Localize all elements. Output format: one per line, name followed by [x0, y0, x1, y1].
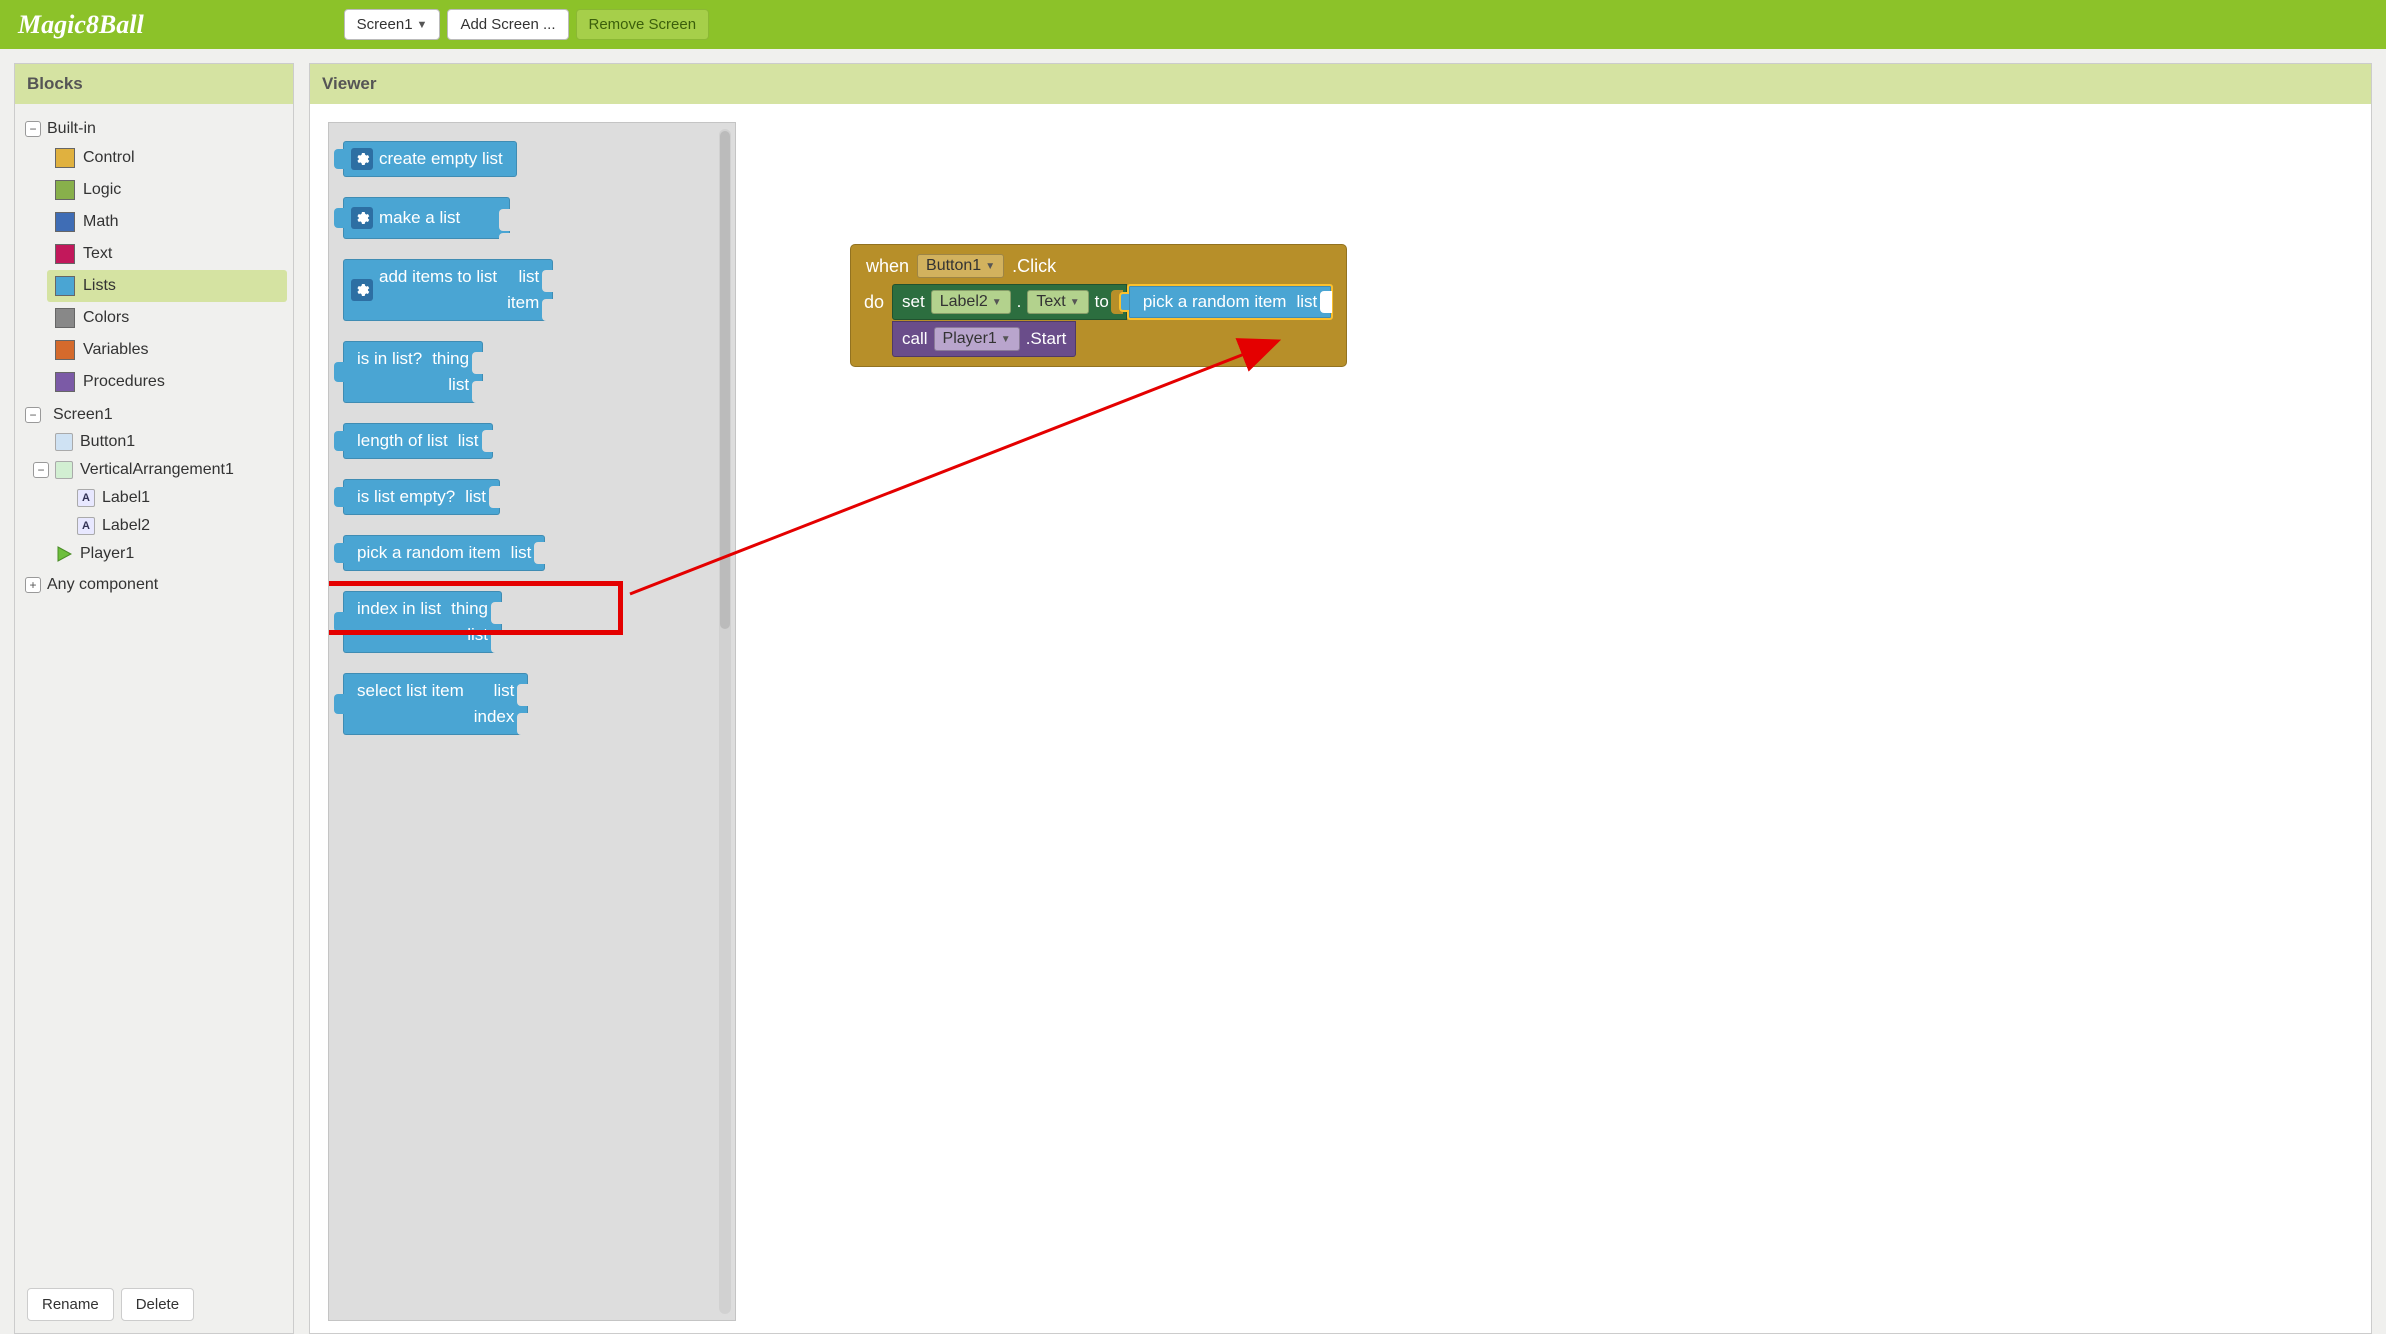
- block-call-player-start[interactable]: call Player1▼ .Start: [892, 321, 1076, 357]
- block-set-label-text[interactable]: set Label2▼ . Text▼ to: [892, 284, 1127, 320]
- caret-down-icon: ▼: [417, 19, 428, 31]
- category-text[interactable]: Text: [53, 238, 287, 270]
- block-is-in-list[interactable]: is in list? thing list: [343, 341, 483, 403]
- block-when-button-click[interactable]: when Button1▼ .Click do set Label2▼ .: [850, 244, 1347, 367]
- blocks-panel-header: Blocks: [15, 64, 293, 104]
- block-pick-random-item-placed[interactable]: pick a random item list: [1127, 284, 1333, 320]
- dropdown-player1[interactable]: Player1▼: [934, 327, 1020, 351]
- component-label1[interactable]: ALabel1: [75, 484, 287, 512]
- color-swatch-icon: [55, 308, 75, 328]
- category-colors[interactable]: Colors: [53, 302, 287, 334]
- dropdown-text[interactable]: Text▼: [1027, 290, 1088, 314]
- viewer-body[interactable]: create empty list make a list add items …: [310, 104, 2371, 1333]
- blocks-panel-footer: Rename Delete: [15, 1276, 293, 1333]
- layout-icon: [55, 461, 73, 479]
- category-variables[interactable]: Variables: [53, 334, 287, 366]
- category-lists[interactable]: Lists: [47, 270, 287, 302]
- delete-button[interactable]: Delete: [121, 1288, 194, 1321]
- block-select-list-item[interactable]: select list item list index: [343, 673, 528, 735]
- block-make-a-list[interactable]: make a list: [343, 197, 510, 239]
- play-icon: [55, 545, 73, 563]
- component-va1[interactable]: − VerticalArrangement1: [31, 456, 287, 484]
- category-math[interactable]: Math: [53, 206, 287, 238]
- caret-down-icon: ▼: [992, 297, 1002, 308]
- category-logic[interactable]: Logic: [53, 174, 287, 206]
- label-icon: A: [77, 489, 95, 507]
- tree-screen1[interactable]: − Screen1: [25, 402, 287, 428]
- dropdown-label2[interactable]: Label2▼: [931, 290, 1011, 314]
- block-pick-random-item[interactable]: pick a random item list: [343, 535, 545, 571]
- project-title: Magic8Ball: [18, 10, 144, 40]
- component-player1[interactable]: Player1: [53, 540, 287, 568]
- color-swatch-icon: [55, 372, 75, 392]
- dropdown-button1[interactable]: Button1▼: [917, 254, 1004, 278]
- caret-down-icon: ▼: [1070, 297, 1080, 308]
- category-procedures[interactable]: Procedures: [53, 366, 287, 398]
- block-index-in-list[interactable]: index in list thing list: [343, 591, 502, 653]
- screen-buttons: Screen1 ▼ Add Screen ... Remove Screen: [344, 9, 709, 40]
- viewer-panel-header: Viewer: [310, 64, 2371, 104]
- screen-selector-button[interactable]: Screen1 ▼: [344, 9, 441, 40]
- add-screen-button[interactable]: Add Screen ...: [447, 9, 568, 40]
- block-length-of-list[interactable]: length of list list: [343, 423, 493, 459]
- tree-builtin[interactable]: − Built-in: [25, 116, 287, 142]
- blocks-tree: − Built-in Control Logic Math Text Lists…: [15, 104, 293, 1276]
- collapse-icon[interactable]: −: [25, 121, 41, 137]
- color-swatch-icon: [55, 180, 75, 200]
- collapse-icon[interactable]: −: [33, 462, 49, 478]
- color-swatch-icon: [55, 276, 75, 296]
- viewer-panel: Viewer create empty list make a list: [309, 63, 2372, 1334]
- color-swatch-icon: [55, 340, 75, 360]
- button-icon: [55, 433, 73, 451]
- block-is-list-empty[interactable]: is list empty? list: [343, 479, 500, 515]
- gear-icon[interactable]: [351, 207, 373, 229]
- blocks-flyout: create empty list make a list add items …: [328, 122, 736, 1321]
- collapse-icon[interactable]: −: [25, 407, 41, 423]
- component-label2[interactable]: ALabel2: [75, 512, 287, 540]
- workspace[interactable]: when Button1▼ .Click do set Label2▼ .: [850, 244, 1347, 367]
- blocks-panel: Blocks − Built-in Control Logic Math Tex…: [14, 63, 294, 1334]
- remove-screen-button[interactable]: Remove Screen: [576, 9, 710, 40]
- category-control[interactable]: Control: [53, 142, 287, 174]
- block-create-empty-list[interactable]: create empty list: [343, 141, 517, 177]
- block-add-items-to-list[interactable]: add items to list list item: [343, 259, 553, 321]
- flyout-scrollbar[interactable]: [719, 129, 731, 1314]
- screen-selector-label: Screen1: [357, 16, 413, 33]
- rename-button[interactable]: Rename: [27, 1288, 114, 1321]
- component-button1[interactable]: Button1: [53, 428, 287, 456]
- label-icon: A: [77, 517, 95, 535]
- caret-down-icon: ▼: [985, 261, 995, 272]
- scrollbar-thumb[interactable]: [720, 131, 730, 629]
- color-swatch-icon: [55, 212, 75, 232]
- top-bar: Magic8Ball Screen1 ▼ Add Screen ... Remo…: [0, 0, 2386, 49]
- expand-icon[interactable]: +: [25, 577, 41, 593]
- color-swatch-icon: [55, 244, 75, 264]
- gear-icon[interactable]: [351, 148, 373, 170]
- caret-down-icon: ▼: [1001, 334, 1011, 345]
- gear-icon[interactable]: [351, 279, 373, 301]
- tree-any-component[interactable]: + Any component: [25, 572, 287, 598]
- color-swatch-icon: [55, 148, 75, 168]
